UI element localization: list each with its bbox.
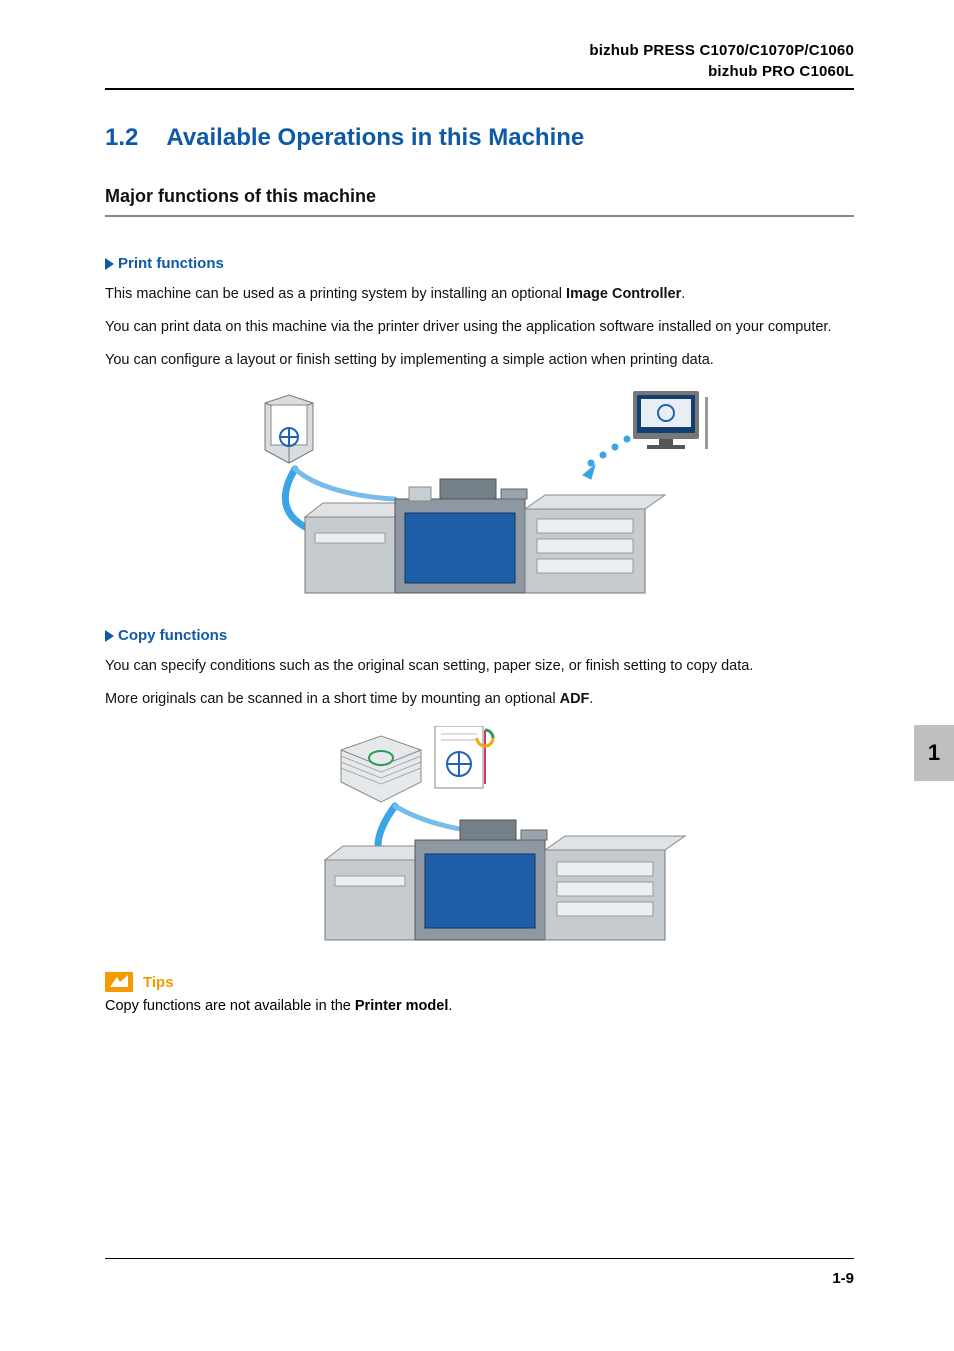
header-line-1: bizhub PRESS C1070/C1070P/C1060 xyxy=(105,40,854,61)
chapter-tab-label: 1 xyxy=(928,740,940,766)
page: bizhub PRESS C1070/C1070P/C1060 bizhub P… xyxy=(0,0,954,1351)
print-heading: Print functions xyxy=(105,255,854,272)
print-paragraph-1: This machine can be used as a printing s… xyxy=(105,284,854,305)
copy-illustration xyxy=(105,726,854,946)
print-heading-text: Print functions xyxy=(118,255,224,272)
triangle-icon xyxy=(105,630,114,642)
header-line-2: bizhub PRO C1060L xyxy=(105,61,854,82)
page-number: 1-9 xyxy=(832,1270,854,1287)
subsection-heading: Major functions of this machine xyxy=(105,186,854,207)
printer-diagram-icon xyxy=(245,387,715,597)
section-heading: 1.2 Available Operations in this Machine xyxy=(105,124,854,152)
print-paragraph-3: You can configure a layout or finish set… xyxy=(105,350,854,371)
header-rule xyxy=(105,88,854,90)
chapter-tab: 1 xyxy=(914,725,954,781)
tips-label: Tips xyxy=(143,974,174,991)
copy-paragraph-1: You can specify conditions such as the o… xyxy=(105,656,854,677)
section-number: 1.2 xyxy=(105,124,138,152)
footer-rule xyxy=(105,1258,854,1259)
tips-text: Copy functions are not available in the … xyxy=(105,998,854,1014)
print-paragraph-2: You can print data on this machine via t… xyxy=(105,317,854,338)
running-header: bizhub PRESS C1070/C1070P/C1060 bizhub P… xyxy=(105,40,854,82)
copy-heading-text: Copy functions xyxy=(118,627,227,644)
tips-heading: Tips xyxy=(105,972,854,992)
section-title: Available Operations in this Machine xyxy=(166,124,584,152)
copy-heading: Copy functions xyxy=(105,627,854,644)
triangle-icon xyxy=(105,258,114,270)
subsection-rule xyxy=(105,215,854,217)
copy-paragraph-2: More originals can be scanned in a short… xyxy=(105,689,854,710)
print-illustration xyxy=(105,387,854,597)
copier-diagram-icon xyxy=(245,726,715,946)
tips-icon xyxy=(105,972,133,992)
